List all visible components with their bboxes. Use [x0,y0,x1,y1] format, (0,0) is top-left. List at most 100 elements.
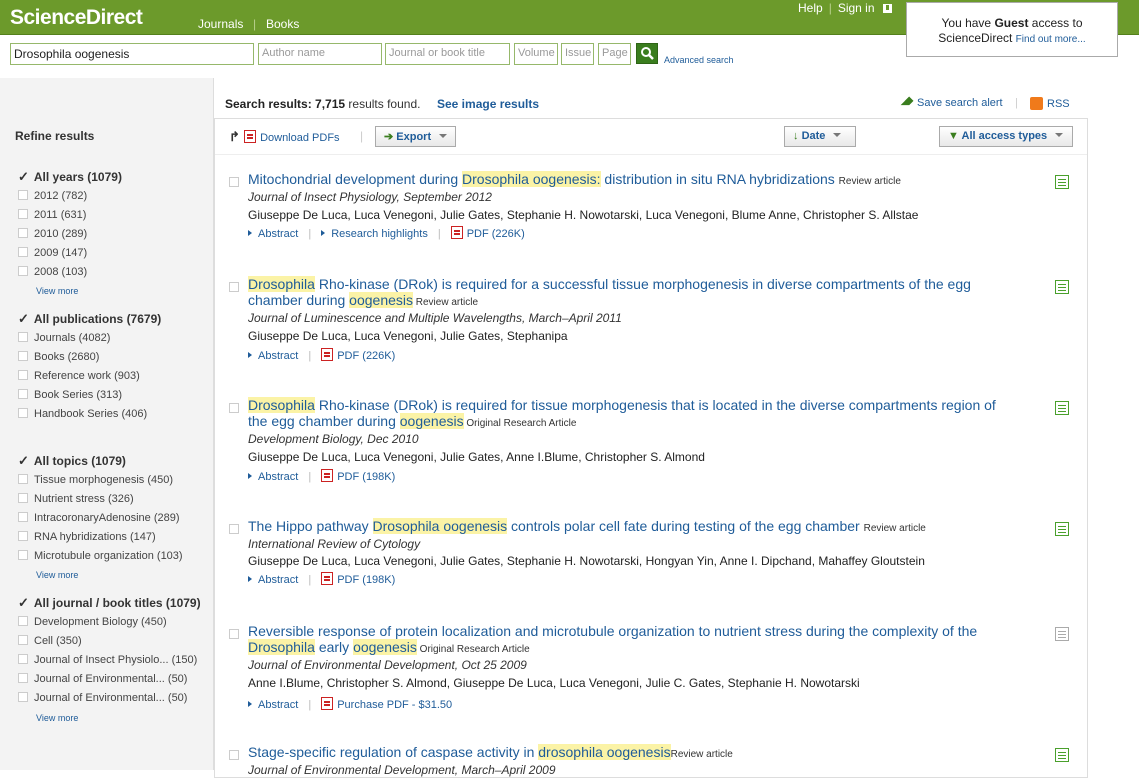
checkbox[interactable] [18,692,28,702]
checkbox[interactable] [18,616,28,626]
download-pdfs-button[interactable]: ↱ Download PDFs [229,129,340,145]
result-checkbox[interactable] [229,524,239,534]
journal-title-field[interactable]: Journal or book title [385,43,510,65]
author-name-field[interactable]: Author name [258,43,382,65]
full-text-document-icon[interactable] [1055,175,1069,189]
abstract-link[interactable]: Abstract [258,228,298,240]
pdf-icon [321,572,334,585]
filter-year-2008[interactable]: 2008 (103) [18,266,87,278]
checkbox[interactable] [18,493,28,503]
result-checkbox[interactable] [229,282,239,292]
research-highlights-link[interactable]: Research highlights [331,228,428,240]
filter-title-cell[interactable]: Cell (350) [18,635,82,647]
nav-journals[interactable]: Journals [198,17,243,31]
result-title[interactable]: Drosophila Rho-kinase (DRok) is required… [248,397,1018,432]
search-input[interactable]: Drosophila oogenesis [10,43,254,65]
filter-all-topics[interactable]: ✓ All topics (1079) [18,453,126,469]
filter-year-2012[interactable]: 2012 (782) [18,190,87,202]
signin-arrow-icon[interactable] [882,4,892,14]
checkbox[interactable] [18,209,28,219]
checkbox[interactable] [18,389,28,399]
filter-title-insect-physiology[interactable]: Journal of Insect Physiolo... (150) [18,654,197,666]
result-checkbox[interactable] [229,177,239,187]
sciencedirect-logo[interactable]: ScienceDirect [10,6,143,30]
checkbox[interactable] [18,228,28,238]
result-title[interactable]: The Hippo pathway Drosophila oogenesis c… [248,518,1018,537]
checkbox[interactable] [18,351,28,361]
abstract-link[interactable]: Abstract [258,574,298,586]
abstract-link[interactable]: Abstract [258,350,298,362]
save-search-alert[interactable]: Save search alert [900,96,1003,110]
abstract-link[interactable]: Abstract [258,699,298,711]
filter-year-2009[interactable]: 2009 (147) [18,247,87,259]
checkbox[interactable] [18,654,28,664]
filter-title-environmental-1[interactable]: Journal of Environmental... (50) [18,673,187,685]
checkbox[interactable] [18,550,28,560]
export-button[interactable]: ➔ Export [375,126,457,147]
checkbox[interactable] [18,512,28,522]
pdf-link[interactable]: PDF (198K) [337,574,395,586]
result-title[interactable]: Drosophila Rho-kinase (DRok) is required… [248,276,1018,311]
result-checkbox[interactable] [229,750,239,760]
result-checkbox[interactable] [229,629,239,639]
filter-title-development-biology[interactable]: Development Biology (450) [18,616,167,628]
expand-triangle-icon [321,230,326,236]
search-button[interactable] [636,43,658,64]
filter-year-2010[interactable]: 2010 (289) [18,228,87,240]
purchase-pdf-link[interactable]: Purchase PDF - $31.50 [337,699,452,711]
sort-date-button[interactable]: ↓ Date [784,126,856,147]
filter-reference-work[interactable]: Reference work (903) [18,370,140,382]
help-link[interactable]: Help [798,1,823,15]
volume-field[interactable]: Volume [514,43,558,65]
result-checkbox[interactable] [229,403,239,413]
result-title[interactable]: Mitochondrial development during Drosoph… [248,171,1018,190]
full-text-document-icon[interactable] [1055,280,1069,294]
pdf-link[interactable]: PDF (226K) [467,228,525,240]
checkbox[interactable] [18,531,28,541]
checkbox[interactable] [18,266,28,276]
issue-field[interactable]: Issue [561,43,594,65]
find-out-more-link[interactable]: Find out more... [1016,34,1086,45]
result-title[interactable]: Reversible response of protein localizat… [248,623,1018,658]
filter-handbook-series[interactable]: Handbook Series (406) [18,408,147,420]
checkbox[interactable] [18,635,28,645]
topics-view-more[interactable]: View more [36,570,78,580]
filter-topic-nutrient-stress[interactable]: Nutrient stress (326) [18,493,134,505]
pdf-link[interactable]: PDF (198K) [337,471,395,483]
pdf-link[interactable]: PDF (226K) [337,350,395,362]
filter-journals[interactable]: Journals (4082) [18,332,110,344]
checkbox[interactable] [18,332,28,342]
result-title[interactable]: Stage-specific regulation of caspase act… [248,744,1018,763]
checkbox[interactable] [18,408,28,418]
filter-all-publications[interactable]: ✓ All publications (7679) [18,311,161,327]
filter-topic-microtubule-organization[interactable]: Microtubule organization (103) [18,550,183,562]
checkbox[interactable] [18,673,28,683]
advanced-search-link[interactable]: Advanced search [664,55,734,65]
full-text-document-icon[interactable] [1055,748,1069,762]
checkbox[interactable] [18,370,28,380]
checkbox[interactable] [18,247,28,257]
abstract-only-document-icon[interactable] [1055,627,1069,641]
years-view-more[interactable]: View more [36,286,78,296]
filter-topic-rna-hybridizations[interactable]: RNA hybridizations (147) [18,531,156,543]
page-field[interactable]: Page [598,43,631,65]
full-text-document-icon[interactable] [1055,401,1069,415]
filter-all-titles[interactable]: ✓ All journal / book titles (1079) [18,595,201,611]
filter-book-series[interactable]: Book Series (313) [18,389,122,401]
access-types-dropdown[interactable]: ▼ All access types [939,126,1073,147]
abstract-link[interactable]: Abstract [258,471,298,483]
filter-year-2011[interactable]: 2011 (631) [18,209,86,221]
filter-books[interactable]: Books (2680) [18,351,99,363]
filter-topic-tissue-morphogenesis[interactable]: Tissue morphogenesis (450) [18,474,173,486]
see-image-results-link[interactable]: See image results [437,97,539,111]
full-text-document-icon[interactable] [1055,522,1069,536]
checkbox[interactable] [18,190,28,200]
signin-link[interactable]: Sign in [838,1,875,15]
filter-all-years[interactable]: ✓ All years (1079) [18,169,122,185]
filter-title-environmental-2[interactable]: Journal of Environmental... (50) [18,692,187,704]
filter-topic-intracoronary-adenosine[interactable]: IntracoronaryAdenosine (289) [18,512,180,524]
titles-view-more[interactable]: View more [36,713,78,723]
checkbox[interactable] [18,474,28,484]
nav-books[interactable]: Books [266,17,299,31]
rss-link[interactable]: RSS [1030,97,1070,110]
